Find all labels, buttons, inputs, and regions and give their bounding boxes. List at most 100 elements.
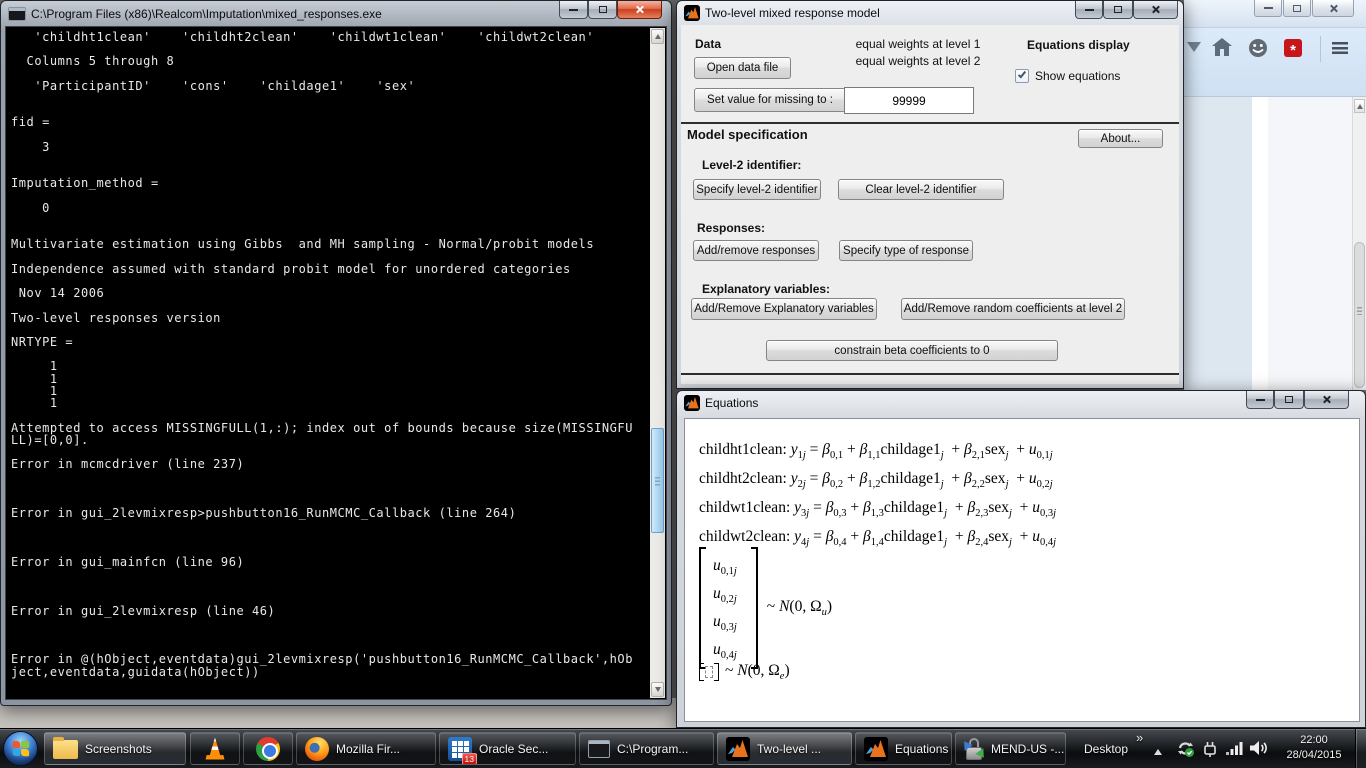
taskbar-item-console[interactable]: C:\Program... — [579, 732, 714, 765]
add-remove-explanatory-button[interactable]: Add/Remove Explanatory variables — [691, 298, 877, 320]
taskbar-item-label: Screenshots — [85, 742, 152, 756]
download-arrow-icon[interactable] — [1187, 42, 1201, 59]
maximize-icon[interactable] — [1103, 1, 1133, 19]
add-remove-responses-button[interactable]: Add/remove responses — [693, 240, 819, 261]
restore-icon[interactable] — [1283, 0, 1311, 17]
taskbar-item-oracle[interactable]: 13 Oracle Sec... — [439, 732, 576, 765]
folder-icon — [53, 740, 78, 759]
restore-icon[interactable] — [588, 1, 617, 19]
show-desktop-button[interactable] — [1355, 729, 1366, 768]
close-icon[interactable] — [617, 1, 662, 19]
tray-clock[interactable]: 22:00 28/04/2015 — [1281, 733, 1347, 763]
console-app-icon — [8, 7, 26, 21]
taskbar-item-vlc[interactable] — [190, 732, 240, 765]
minimize-icon[interactable] — [559, 1, 588, 19]
home-icon[interactable] — [1212, 38, 1232, 61]
taskbar-item-mend-us[interactable]: MEND-US -... — [955, 732, 1066, 765]
start-button[interactable] — [3, 731, 38, 766]
page-left-panel — [1184, 97, 1252, 390]
maximize-icon[interactable] — [1274, 391, 1304, 409]
console-output-area[interactable]: 'childht1clean' 'childht2clean' 'childwt… — [5, 26, 667, 700]
console-scrollbar[interactable] — [650, 28, 665, 698]
scroll-up-icon[interactable] — [1354, 99, 1365, 113]
dialog-window-title: Two-level mixed response model — [705, 6, 880, 20]
open-data-file-button[interactable]: Open data file — [694, 57, 791, 79]
level2-identifier-heading: Level-2 identifier: — [702, 158, 801, 172]
close-icon[interactable] — [1133, 1, 1178, 19]
volume-icon[interactable] — [1249, 739, 1269, 762]
taskbar-item-label: Oracle Sec... — [479, 742, 548, 756]
firefox-icon — [305, 737, 329, 761]
matlab-icon — [864, 737, 888, 761]
constrain-beta-button[interactable]: constrain beta coefficients to 0 — [766, 340, 1058, 361]
show-hidden-icons-icon[interactable] — [1154, 745, 1162, 755]
taskbar-item-label: C:\Program... — [617, 742, 688, 756]
chat-smiley-icon[interactable] — [1248, 38, 1268, 63]
left-bracket — [699, 663, 704, 681]
taskbar-item-firefox[interactable]: Mozilla Fir... — [296, 732, 436, 765]
missing-value-input[interactable] — [844, 87, 974, 114]
set-missing-value-button[interactable]: Set value for missing to : — [694, 88, 846, 112]
taskbar-item-label: Equations — [895, 742, 948, 756]
equations-window-title: Equations — [705, 396, 758, 410]
random-effects-distribution: ~ N(0, Ωu) — [767, 598, 832, 618]
weights-note-line1: equal weights at level 1 — [828, 37, 1008, 51]
toolbar-chevron-icon[interactable]: » — [1136, 730, 1143, 745]
random-effect-term: u0,2j — [713, 580, 737, 608]
toolbar-divider — [1320, 36, 1321, 62]
notification-badge: 13 — [462, 753, 477, 765]
show-equations-checkbox[interactable] — [1015, 69, 1029, 83]
taskbar-item-label: Mozilla Fir... — [336, 742, 400, 756]
menu-hamburger-icon[interactable] — [1332, 42, 1348, 54]
add-remove-random-coefficients-button[interactable]: Add/Remove random coefficients at level … — [901, 298, 1125, 320]
taskbar-item-equations[interactable]: Equations — [855, 732, 952, 765]
power-plug-icon[interactable] — [1201, 739, 1219, 763]
minimize-icon[interactable] — [1075, 1, 1103, 19]
specify-response-type-button[interactable]: Specify type of response — [839, 240, 973, 261]
responses-heading: Responses: — [697, 221, 765, 235]
taskbar-item-model-dialog[interactable]: Two-level ... — [717, 732, 852, 765]
firefox-page-content — [1184, 97, 1366, 390]
equations-canvas: childht1clean: y1j = β0,1 + β1,1childage… — [684, 418, 1360, 722]
scrollbar-thumb[interactable] — [651, 428, 664, 533]
taskbar-item-label: Two-level ... — [757, 742, 821, 756]
network-signal-icon[interactable] — [1225, 739, 1244, 762]
taskbar: Screenshots Mozilla Fir... 13 Oracle Sec… — [0, 728, 1366, 768]
equations-display-heading: Equations display — [1027, 38, 1130, 52]
equation-line: childht1clean: y1j = β0,1 + β1,1childage… — [699, 435, 1056, 464]
clear-level2-identifier-button[interactable]: Clear level-2 identifier — [838, 179, 1004, 200]
matlab-icon — [684, 395, 700, 411]
data-section-heading: Data — [695, 37, 721, 51]
empty-matrix-placeholder — [705, 666, 713, 678]
close-icon[interactable] — [1312, 0, 1354, 17]
windows-logo-icon — [13, 741, 30, 757]
random-effects-matrix: u0,1j u0,2j u0,3j u0,4j ~ N(0, Ωu) — [699, 547, 832, 669]
taskbar-item-screenshots[interactable]: Screenshots — [44, 732, 186, 765]
lastpass-icon[interactable]: * — [1284, 39, 1302, 57]
oracle-grid-icon: 13 — [448, 737, 472, 761]
secure-transfer-lock-icon — [964, 738, 984, 760]
right-bracket — [751, 547, 758, 669]
console-window-title: C:\Program Files (x86)\Realcom\Imputatio… — [31, 7, 382, 21]
firefox-toolbar: * — [1184, 28, 1366, 97]
chrome-icon — [256, 737, 280, 761]
about-button[interactable]: About... — [1078, 129, 1163, 148]
residual-distribution: ~ N(0, Ωe) — [725, 662, 790, 682]
firefox-window: * — [1184, 0, 1366, 390]
sync-status-icon[interactable] — [1176, 739, 1195, 763]
minimize-icon[interactable] — [1246, 391, 1274, 409]
scroll-up-icon[interactable] — [651, 29, 664, 44]
matlab-icon — [726, 737, 750, 761]
page-scrollbar[interactable] — [1352, 97, 1366, 390]
scroll-down-icon[interactable] — [651, 682, 664, 697]
specify-level2-identifier-button[interactable]: Specify level-2 identifier — [693, 179, 821, 200]
taskbar-item-chrome[interactable] — [243, 732, 293, 765]
matlab-icon — [684, 5, 700, 21]
close-icon[interactable] — [1304, 391, 1349, 409]
desktop-toolbar[interactable]: Desktop — [1078, 729, 1134, 768]
vlc-cone-icon — [205, 738, 225, 760]
scrollbar-thumb[interactable] — [1354, 242, 1365, 388]
console-output-text: 'childht1clean' 'childht2clean' 'childwt… — [11, 31, 633, 678]
firefox-titlebar[interactable] — [1184, 0, 1366, 28]
minimize-icon[interactable] — [1254, 0, 1282, 17]
